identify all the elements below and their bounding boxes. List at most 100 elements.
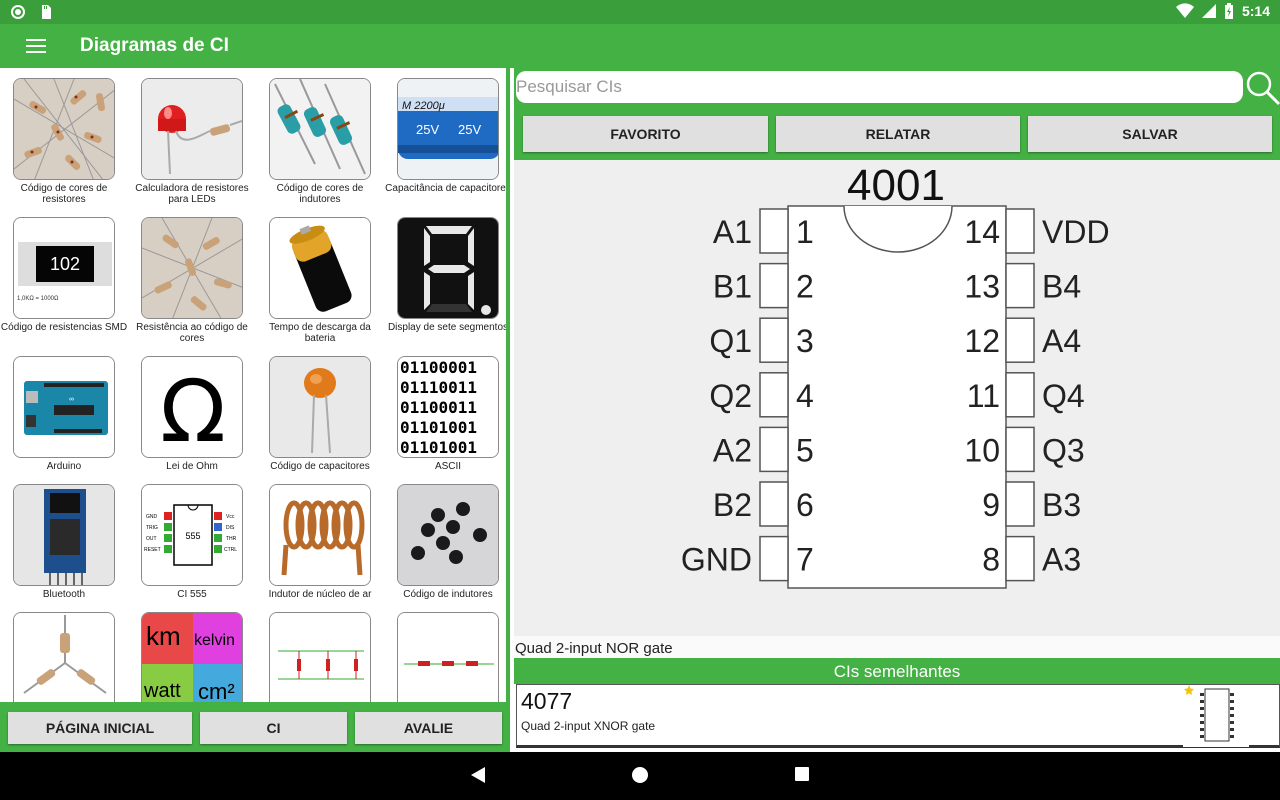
tile-inductor-color-code[interactable]: Código de cores de indutores [256,78,384,205]
chip-description: Quad 2-input NOR gate [514,636,1280,658]
electrolytic-capacitor-image: M 2200μ 25V 25V [397,78,499,180]
svg-text:cm²: cm² [198,679,235,702]
ic-pinout-diagram: 4001 A1 1 B1 2 Q1 3 Q2 4 A2 5 B2 6 GND 7 VDD 14 B4 13 A4 1… [514,160,1280,636]
home-icon[interactable] [631,766,649,784]
pin-number-left: 3 [796,323,814,359]
back-icon[interactable] [470,766,486,784]
tools-grid[interactable]: Código de cores de resistores Calculador… [0,68,506,702]
signal-icon [1201,4,1216,18]
led-image [141,78,243,180]
search-icon[interactable] [1245,70,1280,106]
pin-label-left: B1 [713,269,752,305]
tile-caption: Código de indutores [403,589,493,600]
tile-capacitor-capacitance[interactable]: M 2200μ 25V 25V Capacitância de capacito… [384,78,506,194]
pin-label-right: B3 [1042,487,1081,523]
bluetooth-module-image [13,484,115,586]
tile-capacitor-code[interactable]: Código de capacitores [256,356,384,472]
pin-label-left: A1 [713,214,752,250]
tile-ascii[interactable]: 01100001 01110011 01100011 01101001 0110… [384,356,506,472]
status-bar: 5:14 [0,0,1280,24]
pin-box-right [1005,481,1035,527]
save-button[interactable]: SALVAR [1028,116,1272,152]
ic-detail-panel: FAVORITO RELATAR SALVAR 4001 A1 1 B1 2 Q1 3 Q2… [514,68,1280,752]
chip-name: 4001 [847,161,945,210]
svg-text:102: 102 [50,254,80,274]
tile-led-resistor-calculator[interactable]: Calculadora de resistores para LEDs [128,78,256,205]
rate-button[interactable]: AVALIE [355,712,502,744]
tile-resistors-parallel[interactable] [256,612,384,702]
home-button[interactable]: PÁGINA INICIAL [8,712,192,744]
favorite-button[interactable]: FAVORITO [523,116,768,152]
pin-box-left [759,535,789,582]
air-core-coil-image [269,484,371,586]
menu-icon[interactable] [24,36,48,56]
tile-seven-segment[interactable]: Display de sete segmentos [384,217,506,333]
tile-ci-555[interactable]: 555 GND TRIG OUT RESET Vcc DIS THR CTRL [128,484,256,600]
tile-caption: Bluetooth [42,589,86,600]
pin-label-left: B2 [713,487,752,523]
pin-number-right: 14 [964,214,1000,250]
svg-text:Ω: Ω [160,362,226,458]
similar-ic-description: Quad 2-input XNOR gate [521,719,656,733]
app-notification-icon [11,5,25,19]
svg-text:CTRL: CTRL [224,547,237,553]
resistors-image [13,78,115,180]
svg-text:555: 555 [185,531,200,541]
similar-ic-item[interactable]: 4077 Quad 2-input XNOR gate [516,684,1280,748]
tile-arduino[interactable]: ∞ Arduino [0,356,128,472]
tile-resistors-series[interactable] [384,612,506,702]
svg-text:∞: ∞ [69,396,74,403]
tile-resistance-to-color-code[interactable]: Resistência ao código de cores [128,217,256,344]
svg-text:OUT: OUT [146,536,157,542]
pin-number-left: 4 [796,378,814,414]
tile-caption: CI 555 [177,589,207,600]
resistor-star-image [13,612,115,702]
report-button[interactable]: RELATAR [776,116,1020,152]
tile-caption: ASCII [434,461,462,472]
tile-smd-resistor-code[interactable]: 102 1,0KΩ = 1000Ω Código de resistencias… [0,217,128,333]
pin-number-right: 9 [982,487,1000,523]
tile-caption: Indutor de núcleo de ar [268,589,372,600]
inductors-image [269,78,371,180]
ic-555-image: 555 GND TRIG OUT RESET Vcc DIS THR CTRL [141,484,243,586]
svg-text:01101001: 01101001 [400,438,477,457]
svg-text:kelvin: kelvin [194,632,235,649]
tile-ohms-law[interactable]: Ω Lei de Ohm [128,356,256,472]
tile-resistor-network[interactable] [0,612,128,702]
svg-text:THR: THR [226,536,237,542]
tile-bluetooth[interactable]: Bluetooth [0,484,128,600]
tile-unit-converter[interactable]: km kelvin watt cm² [128,612,256,702]
ascii-image: 01100001 01110011 01100011 01101001 0110… [397,356,499,458]
pin-label-right: Q4 [1042,378,1085,414]
search-input[interactable] [516,71,1243,103]
tile-air-core-inductor[interactable]: Indutor de núcleo de ar [256,484,384,600]
units-image: km kelvin watt cm² [141,612,243,702]
action-bar: FAVORITO RELATAR SALVAR [514,112,1280,160]
sd-card-icon [42,5,51,19]
svg-text:01101001: 01101001 [400,418,477,437]
tile-caption: Arduino [46,461,82,472]
pin-label-right: VDD [1042,214,1110,250]
ci-button[interactable]: CI [200,712,347,744]
tile-battery-discharge[interactable]: Tempo de descarga da bateria [256,217,384,344]
svg-text:1,0KΩ = 1000Ω: 1,0KΩ = 1000Ω [17,296,59,302]
svg-text:M 2200μ: M 2200μ [402,100,445,112]
pin-number-left: 1 [796,214,814,250]
tile-caption: Código de cores de resistores [20,183,108,205]
svg-text:RESET: RESET [144,547,161,553]
pin-label-right: Q3 [1042,432,1085,468]
tile-resistor-color-code[interactable]: Código de cores de resistores [0,78,128,205]
pin-box-left [759,426,789,473]
similar-ic-number: 4077 [521,688,573,714]
tile-inductor-code[interactable]: Código de indutores [384,484,506,600]
pinout-svg: 4001 A1 1 B1 2 Q1 3 Q2 4 A2 5 B2 6 GND 7 VDD 14 B4 13 A4 1… [681,161,1110,589]
pin-box-right [1005,262,1035,309]
left-bottom-bar: PÁGINA INICIAL CI AVALIE [0,702,506,752]
pin-box-right [1005,317,1035,363]
svg-text:01110011: 01110011 [400,378,477,397]
wifi-icon [1175,3,1194,19]
parallel-circuit-image [269,612,371,702]
tile-caption: Capacitância de capacitores [385,183,506,194]
pin-number-left: 2 [796,269,814,305]
recents-icon[interactable] [794,766,810,782]
